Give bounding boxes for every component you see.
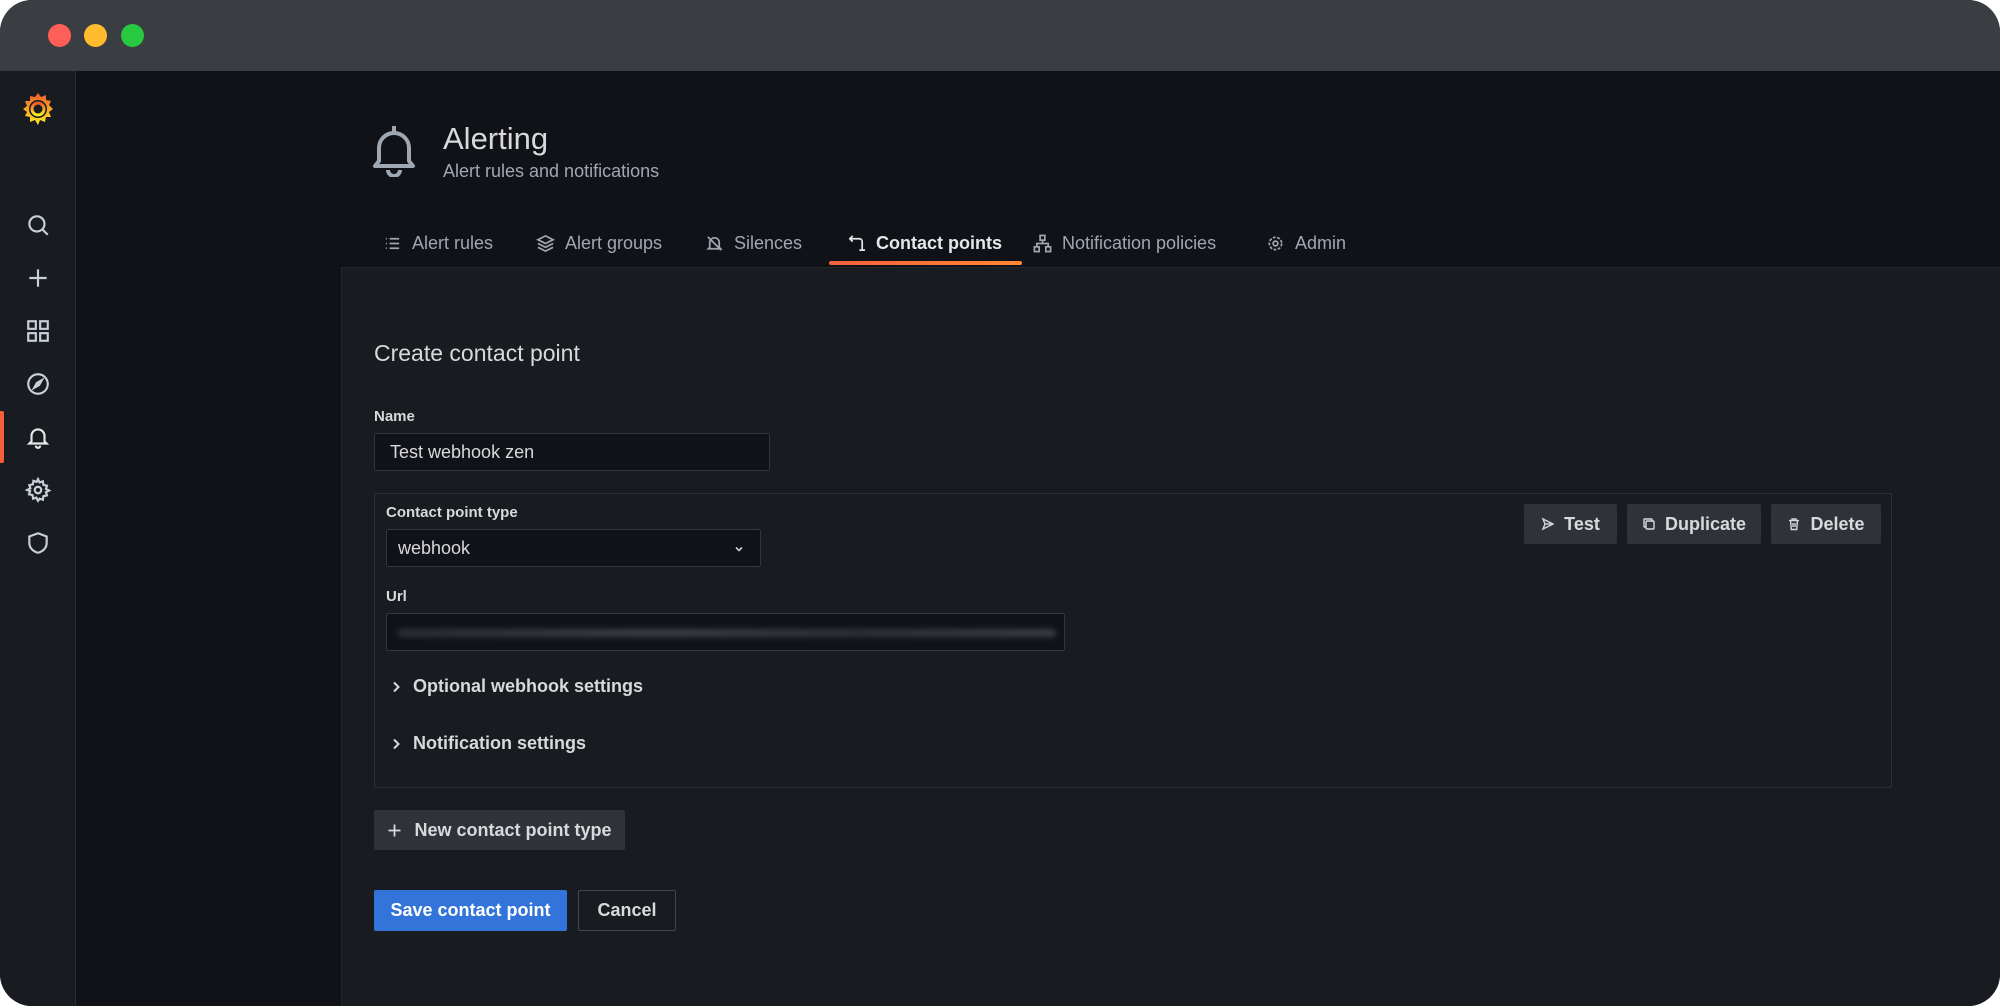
tab-bar: Alert rules Alert groups Silences Contac… bbox=[341, 219, 2000, 267]
name-label: Name bbox=[374, 408, 415, 425]
copy-icon bbox=[1643, 518, 1655, 530]
close-window-button[interactable] bbox=[48, 24, 71, 47]
trash-icon bbox=[1789, 518, 1800, 531]
tab-admin[interactable]: Admin bbox=[1266, 219, 1346, 267]
name-input[interactable]: Test webhook zen bbox=[374, 433, 770, 471]
sidebar-item-create[interactable] bbox=[0, 252, 75, 304]
test-button[interactable]: Test bbox=[1524, 504, 1617, 544]
window-titlebar bbox=[0, 0, 2000, 71]
notification-settings-toggle[interactable]: Notification settings bbox=[389, 733, 586, 754]
tab-notification-policies[interactable]: Notification policies bbox=[1033, 219, 1216, 267]
redacted-url-value bbox=[397, 629, 1056, 637]
side-navigation bbox=[0, 71, 76, 1006]
tab-alert-groups[interactable]: Alert groups bbox=[536, 219, 662, 267]
delete-button-label: Delete bbox=[1810, 513, 1865, 534]
search-icon bbox=[27, 215, 49, 236]
tab-label: Contact points bbox=[876, 232, 1002, 253]
page-header: Alerting Alert rules and notifications A… bbox=[341, 71, 2000, 267]
cancel-button[interactable]: Cancel bbox=[578, 890, 676, 931]
name-value: Test webhook zen bbox=[390, 441, 535, 462]
plus-icon bbox=[388, 824, 401, 836]
optional-webhook-settings-toggle[interactable]: Optional webhook settings bbox=[389, 676, 643, 697]
left-pane bbox=[76, 71, 341, 1006]
sidebar-item-dashboards[interactable] bbox=[0, 305, 75, 357]
contact-point-type-select[interactable]: webhook bbox=[386, 529, 761, 567]
page-subtitle: Alert rules and notifications bbox=[443, 161, 660, 181]
tab-label: Admin bbox=[1295, 232, 1347, 253]
list-icon bbox=[385, 237, 400, 249]
sidebar-item-configuration[interactable] bbox=[0, 464, 75, 516]
new-contact-point-type-label: New contact point type bbox=[414, 819, 612, 840]
new-contact-point-type-button[interactable]: New contact point type bbox=[374, 810, 625, 850]
tab-label: Notification policies bbox=[1062, 232, 1217, 253]
section-title: Create contact point bbox=[374, 340, 580, 366]
layers-icon bbox=[536, 234, 555, 252]
contact-point-type-label: Contact point type bbox=[386, 504, 518, 521]
plus-icon bbox=[28, 269, 47, 287]
delete-button[interactable]: Delete bbox=[1771, 504, 1881, 544]
shield-icon bbox=[27, 532, 48, 554]
duplicate-button-label: Duplicate bbox=[1664, 513, 1747, 534]
contact-point-type-value: webhook bbox=[398, 537, 471, 558]
tab-label: Alert rules bbox=[412, 232, 494, 253]
cog-icon bbox=[1268, 235, 1283, 251]
sitemap-icon bbox=[1033, 234, 1052, 252]
bell-slash-icon bbox=[706, 235, 723, 251]
sidebar-item-alerting[interactable] bbox=[0, 411, 75, 463]
url-input[interactable] bbox=[386, 613, 1065, 651]
compass-icon bbox=[26, 373, 49, 395]
tab-contact-points[interactable]: Contact points bbox=[829, 219, 1022, 267]
bell-icon bbox=[373, 126, 415, 177]
sidebar-item-explore[interactable] bbox=[0, 358, 75, 410]
chevron-right-icon bbox=[393, 738, 400, 749]
send-icon bbox=[1541, 517, 1555, 531]
tab-silences[interactable]: Silences bbox=[705, 219, 802, 267]
chevron-down-icon bbox=[735, 546, 743, 552]
contact-point-card: Contact point type webhook Url Optional … bbox=[374, 493, 1892, 788]
bell-icon bbox=[26, 428, 49, 449]
collapse-label: Notification settings bbox=[413, 733, 587, 753]
minimize-window-button[interactable] bbox=[84, 24, 107, 47]
collapse-label: Optional webhook settings bbox=[413, 676, 644, 696]
grafana-logo-icon[interactable] bbox=[18, 89, 58, 129]
apps-icon bbox=[26, 320, 49, 342]
maximize-window-button[interactable] bbox=[121, 24, 144, 47]
gear-icon bbox=[24, 477, 51, 503]
save-contact-point-button[interactable]: Save contact point bbox=[374, 890, 567, 931]
app-window: Alerting Alert rules and notifications A… bbox=[0, 0, 2000, 1006]
duplicate-button[interactable]: Duplicate bbox=[1627, 504, 1761, 544]
url-label: Url bbox=[386, 588, 407, 605]
tab-label: Silences bbox=[734, 232, 803, 253]
sidebar-item-search[interactable] bbox=[0, 199, 75, 251]
sidebar-item-server-admin[interactable] bbox=[0, 517, 75, 569]
contact-points-icon bbox=[848, 234, 866, 251]
tab-alert-rules[interactable]: Alert rules bbox=[383, 219, 493, 267]
test-button-label: Test bbox=[1564, 513, 1600, 534]
page-title: Alerting bbox=[443, 121, 549, 156]
main-content: Create contact point Name Test webhook z… bbox=[341, 267, 2000, 1006]
chevron-right-icon bbox=[393, 681, 400, 692]
tab-label: Alert groups bbox=[565, 232, 663, 253]
